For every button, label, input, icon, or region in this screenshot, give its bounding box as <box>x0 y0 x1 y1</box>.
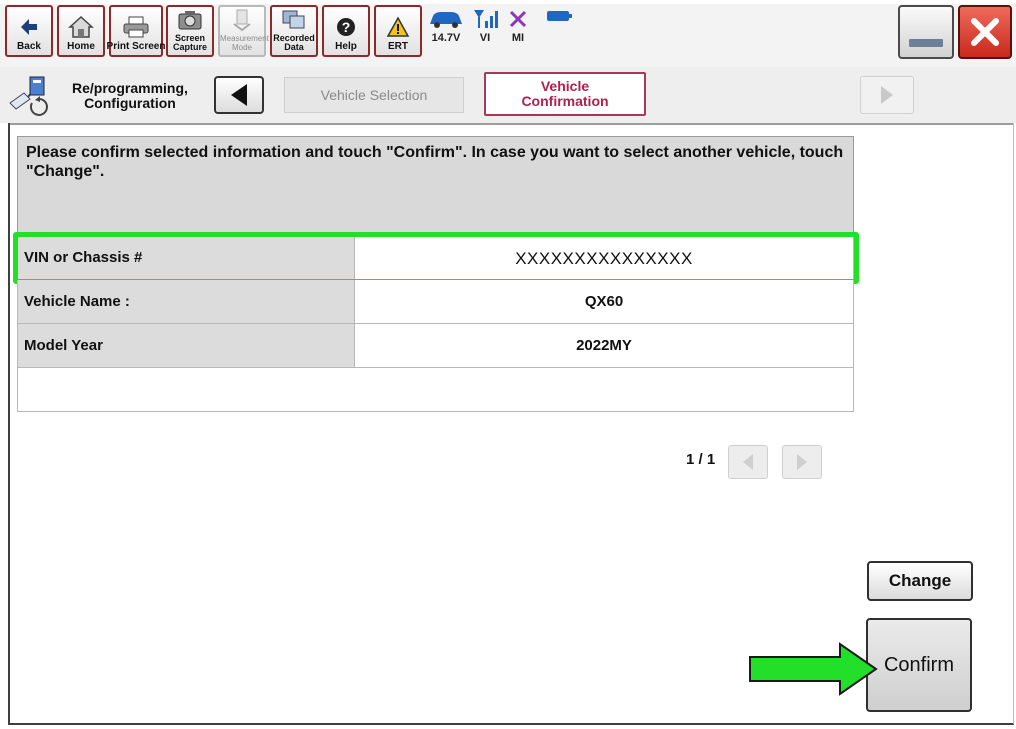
vehicle-name-value: QX60 <box>354 280 853 323</box>
model-year-label: Model Year <box>18 324 354 367</box>
print-screen-button[interactable]: Print Screen <box>107 5 165 57</box>
svg-text:?: ? <box>342 19 351 35</box>
table-row-model-year: Model Year 2022MY <box>17 324 854 368</box>
signal-icon <box>474 10 498 28</box>
breadcrumb-home-line2: Configuration <box>84 95 176 111</box>
tab-vehicle-confirmation-line2: Confirmation <box>521 93 609 109</box>
triangle-right-icon <box>797 454 807 470</box>
divider <box>10 123 1013 125</box>
empty-cell <box>18 368 853 411</box>
breadcrumb-home-line1: Re/programming, <box>72 80 188 96</box>
help-icon: ? <box>331 13 361 41</box>
help-button[interactable]: ? Help <box>322 5 370 57</box>
triangle-right-icon <box>881 86 893 104</box>
model-year-value: 2022MY <box>354 324 853 367</box>
ert-button[interactable]: ERT <box>374 5 422 57</box>
back-arrow-icon <box>14 13 44 41</box>
page-prev-button[interactable] <box>728 445 768 479</box>
vi-status: VI <box>472 8 498 44</box>
vin-label: VIN or Chassis # <box>18 236 354 279</box>
table-row-vehicle-name: Vehicle Name : QX60 <box>17 280 854 324</box>
recorded-data-button[interactable]: Recorded Data <box>270 5 318 57</box>
camera-icon <box>175 7 205 33</box>
nav-forward-button[interactable] <box>860 76 914 114</box>
close-button[interactable] <box>958 5 1012 59</box>
screen-capture-button[interactable]: Screen Capture <box>166 5 214 57</box>
measurement-icon <box>227 7 257 33</box>
battery-status: 14.7V <box>427 8 465 44</box>
pointer-arrow-icon <box>749 642 878 696</box>
back-button[interactable]: Back <box>5 5 53 57</box>
vin-value: XXXXXXXXXXXXXXX <box>354 236 853 279</box>
page-indicator: 1 / 1 <box>686 451 716 468</box>
tab-vehicle-confirmation[interactable]: Vehicle Confirmation <box>484 72 646 116</box>
page-next-button[interactable] <box>782 445 822 479</box>
status-indicator <box>546 8 572 24</box>
indicator-icon <box>547 11 572 21</box>
minimize-button[interactable] <box>898 5 954 59</box>
breadcrumb-home[interactable]: Re/programming, Configuration <box>6 73 216 117</box>
printer-icon <box>121 13 151 41</box>
vehicle-info-table: VIN or Chassis # XXXXXXXXXXXXXXX Vehicle… <box>13 232 859 412</box>
instruction-text: Please confirm selected information and … <box>17 136 854 236</box>
warning-icon <box>383 13 413 41</box>
triangle-left-icon <box>231 84 247 106</box>
confirm-button[interactable]: Confirm <box>866 618 972 712</box>
tab-vehicle-confirmation-line1: Vehicle <box>540 78 590 94</box>
toolbar-top-edge <box>0 0 1016 4</box>
tab-vehicle-selection[interactable]: Vehicle Selection <box>284 77 464 113</box>
reprogramming-icon <box>9 76 48 116</box>
car-battery-icon <box>430 12 462 28</box>
table-row-empty <box>17 368 854 412</box>
nav-back-button[interactable] <box>214 76 264 114</box>
pager: 1 / 1 <box>670 439 854 489</box>
recorded-data-icon <box>279 7 309 33</box>
mi-disconnected-icon <box>509 10 527 28</box>
home-button[interactable]: Home <box>57 5 105 57</box>
minimize-icon <box>909 39 943 47</box>
table-row-vin: VIN or Chassis # XXXXXXXXXXXXXXX <box>13 232 859 284</box>
change-button[interactable]: Change <box>867 561 973 601</box>
toolbar: Back Home Print Screen Screen Capture Me… <box>0 0 1016 67</box>
main-panel: Please confirm selected information and … <box>8 123 1014 725</box>
home-icon <box>66 13 96 41</box>
close-icon <box>971 18 999 46</box>
vehicle-name-label: Vehicle Name : <box>18 280 354 323</box>
triangle-left-icon <box>743 454 753 470</box>
measurement-mode-button[interactable]: Measurement Mode <box>218 5 269 57</box>
mi-status: MI <box>507 8 529 44</box>
breadcrumb: Re/programming, Configuration Vehicle Se… <box>0 67 1016 123</box>
